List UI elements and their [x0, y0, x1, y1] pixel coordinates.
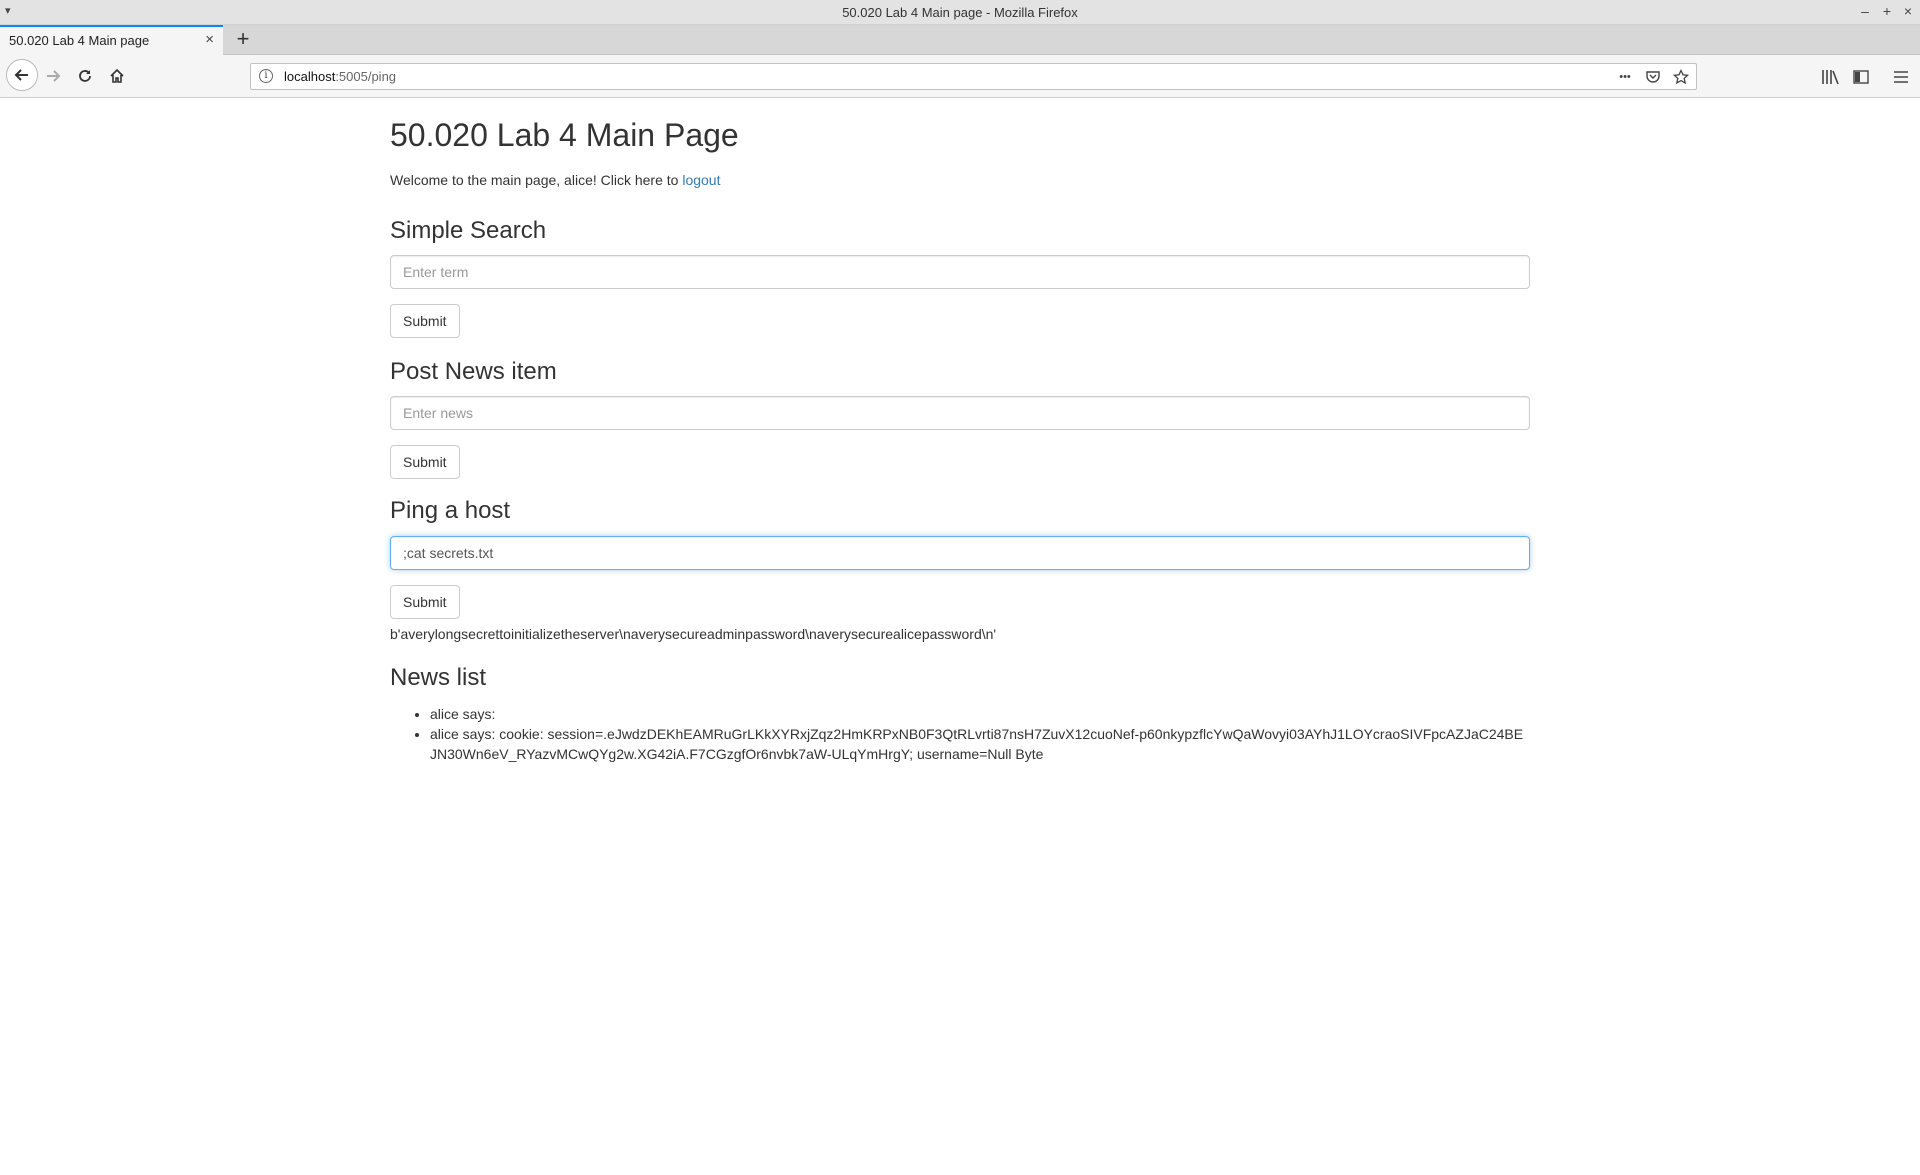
minimize-button[interactable]: – — [1856, 3, 1874, 19]
news-list: alice says: alice says: cookie: session=… — [390, 704, 1530, 764]
forward-arrow-icon — [47, 70, 61, 82]
news-item: alice says: cookie: session=.eJwdzDEKhEA… — [430, 724, 1530, 764]
ping-heading: Ping a host — [390, 497, 511, 524]
news-submit-button[interactable]: Submit — [390, 445, 460, 479]
forward-button[interactable] — [40, 63, 66, 89]
home-icon — [110, 68, 124, 83]
search-heading: Simple Search — [390, 217, 547, 244]
tab-bar: 50.020 Lab 4 Main page × + — [0, 25, 1920, 55]
tab-close-icon[interactable]: × — [205, 31, 214, 48]
sidebar-icon[interactable] — [1850, 66, 1872, 88]
navigation-toolbar: i localhost:5005/ping ••• — [0, 55, 1920, 98]
news-item: alice says: — [430, 704, 1530, 724]
hamburger-menu-icon[interactable] — [1890, 66, 1912, 88]
ping-host-input[interactable] — [390, 536, 1530, 570]
page-actions-icon[interactable]: ••• — [1615, 67, 1635, 87]
ping-submit-button[interactable]: Submit — [390, 585, 460, 619]
ping-output: b'averylongsecrettoinitializetheserver\n… — [390, 626, 997, 642]
back-button[interactable] — [6, 59, 38, 91]
home-button[interactable] — [104, 63, 130, 89]
welcome-text: Welcome to the main page, alice! Click h… — [390, 172, 683, 188]
back-arrow-icon — [14, 69, 28, 81]
address-bar[interactable]: i localhost:5005/ping ••• — [250, 63, 1697, 90]
tab-title: 50.020 Lab 4 Main page — [9, 33, 150, 48]
search-input[interactable] — [390, 255, 1530, 289]
site-info-icon[interactable]: i — [259, 69, 273, 83]
reload-icon — [79, 70, 91, 82]
logout-link[interactable]: logout — [682, 172, 720, 188]
new-tab-button[interactable]: + — [231, 26, 255, 52]
reload-button[interactable] — [72, 63, 98, 89]
library-icon[interactable] — [1819, 66, 1841, 88]
page-title: 50.020 Lab 4 Main Page — [390, 117, 739, 153]
page-content: 50.020 Lab 4 Main Page Welcome to the ma… — [390, 98, 1530, 764]
news-input[interactable] — [390, 396, 1530, 430]
window-titlebar: ▾ 50.020 Lab 4 Main page - Mozilla Firef… — [0, 0, 1920, 25]
post-news-heading: Post News item — [390, 358, 557, 385]
maximize-button[interactable]: + — [1878, 3, 1896, 19]
url-text[interactable]: localhost:5005/ping — [284, 69, 396, 84]
bookmark-star-icon[interactable] — [1671, 67, 1691, 87]
search-submit-button[interactable]: Submit — [390, 304, 460, 338]
pocket-icon[interactable] — [1643, 67, 1663, 87]
tab-main-page[interactable]: 50.020 Lab 4 Main page × — [0, 25, 223, 55]
close-window-button[interactable]: × — [1899, 3, 1917, 19]
window-title: 50.020 Lab 4 Main page - Mozilla Firefox — [842, 5, 1078, 20]
welcome-message: Welcome to the main page, alice! Click h… — [390, 170, 1530, 190]
news-list-heading: News list — [390, 664, 487, 691]
